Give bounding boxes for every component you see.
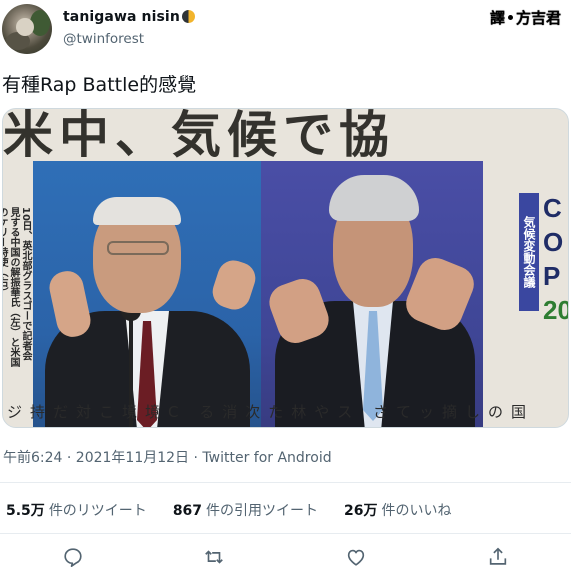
- like-icon[interactable]: [345, 546, 367, 568]
- retweet-icon[interactable]: [203, 546, 225, 568]
- cop-letter: O: [543, 227, 564, 257]
- cop-letter: P: [543, 261, 561, 291]
- tweet-header: tanigawa nisin @twinforest 譯 方吉君: [0, 0, 571, 60]
- retweet-count-label: 件のリツイート: [48, 503, 147, 519]
- left-hand: [46, 268, 94, 340]
- newspaper-caption: 10日、英北部グラスゴーで記者会見する中国の解振華氏（左）と米国のケリー特使（右…: [3, 207, 31, 367]
- tweet-timestamp[interactable]: 午前6:24 · 2021年11月12日 · Twitter for Andro…: [3, 447, 332, 467]
- dot-separator-icon: [507, 14, 513, 20]
- translator-badge-right: 方吉君: [515, 8, 561, 27]
- like-count[interactable]: 26万 件のいいね: [344, 500, 451, 520]
- tweet-text: 有種Rap Battle的感覺: [2, 74, 197, 96]
- quote-count-value: 867: [172, 503, 203, 519]
- moon-icon: [181, 10, 195, 23]
- newspaper-headline: 米中、気候で協: [3, 108, 395, 164]
- user-handle[interactable]: @twinforest: [63, 31, 144, 47]
- pointing-hand: [208, 256, 260, 314]
- hair: [93, 197, 181, 225]
- display-name[interactable]: tanigawa nisin: [63, 9, 195, 25]
- retweet-count-value: 5.5万: [6, 503, 45, 519]
- retweet-count[interactable]: 5.5万 件のリツイート: [6, 500, 147, 520]
- cop-number: 20: [543, 295, 568, 325]
- reply-icon[interactable]: [62, 546, 84, 568]
- like-count-value: 26万: [344, 503, 378, 519]
- event-label: 気候変動会議: [519, 193, 539, 311]
- glasses: [107, 241, 169, 255]
- translator-badge: 譯 方吉君: [485, 6, 565, 28]
- share-icon[interactable]: [487, 546, 509, 568]
- newspaper-body-text: ジ持だ対こ境境C る消次た林やス さてッ摘しの国: [7, 403, 535, 421]
- avatar-face: [16, 18, 34, 36]
- like-count-label: 件のいいね: [381, 503, 452, 519]
- quote-count-label: 件の引用ツイート: [206, 503, 319, 519]
- tweet-media-image[interactable]: 米中、気候で協 10日、英北部グラスゴーで記者会見する中国の解振華氏（左）と米国…: [2, 108, 569, 428]
- tweet-actions: [0, 540, 571, 574]
- hair: [329, 175, 419, 221]
- tweet-stats: 5.5万 件のリツイート 867 件の引用ツイート 26万 件のいいね: [6, 500, 452, 520]
- quote-tweet-count[interactable]: 867 件の引用ツイート: [173, 500, 318, 520]
- translator-badge-left: 譯: [489, 8, 505, 27]
- cop-letter: C: [543, 193, 562, 223]
- divider: [0, 482, 571, 483]
- cop-logo: C O P 20: [543, 191, 568, 327]
- avatar[interactable]: [2, 4, 52, 54]
- photo-right-speaker: [261, 161, 483, 427]
- divider: [0, 533, 571, 534]
- photo-left-speaker: [33, 161, 263, 427]
- display-name-text: tanigawa nisin: [63, 9, 180, 25]
